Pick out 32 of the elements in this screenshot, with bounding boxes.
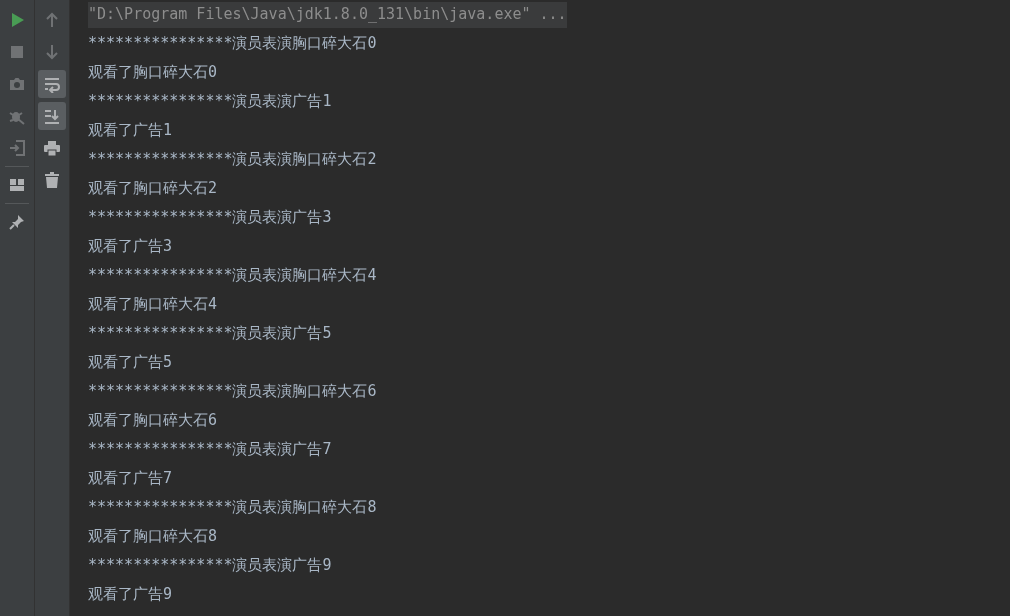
exit-icon (8, 139, 26, 157)
wrap-icon (43, 75, 61, 93)
output-line: 观看了胸口碎大石2 (88, 178, 219, 199)
output-line: ****************演员表演广告7 (88, 439, 333, 460)
output-line: 观看了广告1 (88, 120, 174, 141)
output-line: 观看了胸口碎大石4 (88, 294, 219, 315)
output-line: ****************演员表演广告5 (88, 323, 333, 344)
output-line: ****************演员表演胸口碎大石6 (88, 381, 378, 402)
trash-icon (43, 171, 61, 189)
scroll-end-button[interactable] (38, 102, 66, 130)
output-line: ****************演员表演胸口碎大石2 (88, 149, 378, 170)
output-line: 观看了广告5 (88, 352, 174, 373)
output-line: 观看了胸口碎大石6 (88, 410, 219, 431)
output-line: 观看了胸口碎大石8 (88, 526, 219, 547)
scroll-end-icon (43, 107, 61, 125)
output-line: ****************演员表演广告1 (88, 91, 333, 112)
output-line: 观看了广告7 (88, 468, 174, 489)
layout-icon (8, 176, 26, 194)
output-line: 观看了胸口碎大石0 (88, 62, 219, 83)
output-line: 观看了广告9 (88, 584, 174, 605)
down-arrow-icon (43, 43, 61, 61)
camera-icon (8, 75, 26, 93)
output-line: ****************演员表演胸口碎大石4 (88, 265, 378, 286)
output-line: ****************演员表演胸口碎大石8 (88, 497, 378, 518)
print-icon (43, 139, 61, 157)
pin-icon (8, 213, 26, 231)
stop-icon (8, 43, 26, 61)
output-line: ****************演员表演胸口碎大石0 (88, 33, 378, 54)
output-line: ****************演员表演广告9 (88, 555, 333, 576)
output-line: ****************演员表演广告3 (88, 207, 333, 228)
output-line: 观看了广告3 (88, 236, 174, 257)
wrap-button[interactable] (38, 70, 66, 98)
